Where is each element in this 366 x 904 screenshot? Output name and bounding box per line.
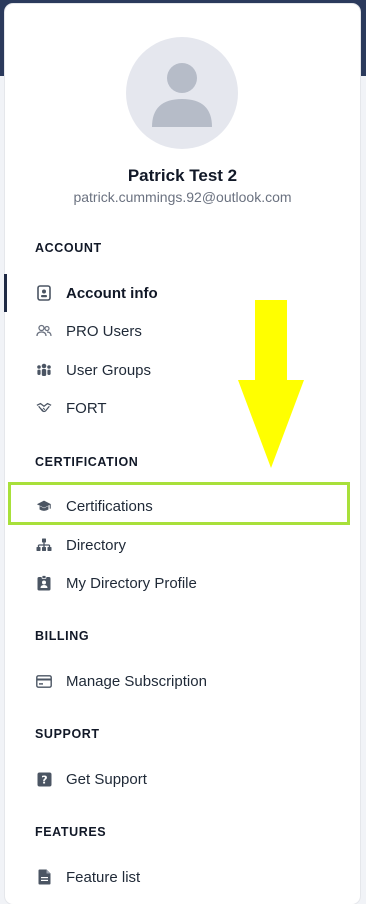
question-square-icon: ? xyxy=(36,771,52,787)
profile-badge-icon xyxy=(36,575,52,591)
sidebar-item-pro-users[interactable]: PRO Users xyxy=(5,316,360,346)
user-name: Patrick Test 2 xyxy=(127,166,238,185)
sidebar-item-label: Directory xyxy=(66,536,127,554)
sidebar-item-user-groups[interactable]: User Groups xyxy=(5,355,360,385)
handshake-icon xyxy=(36,400,52,416)
sidebar-item-label: Feature list xyxy=(66,868,141,886)
avatar xyxy=(126,37,238,149)
svg-text:?: ? xyxy=(41,773,47,786)
sidebar-item-directory[interactable]: Directory xyxy=(5,530,360,560)
sidebar-item-manage-subscription[interactable]: Manage Subscription xyxy=(5,666,360,696)
sidebar-item-label: Manage Subscription xyxy=(66,672,207,690)
section-title-billing: BILLING xyxy=(35,629,90,643)
section-title-account: ACCOUNT xyxy=(35,241,102,255)
section-title-support: SUPPORT xyxy=(35,727,100,741)
document-icon xyxy=(36,869,52,885)
section-title-certification: CERTIFICATION xyxy=(35,455,139,469)
sidebar-item-label: My Directory Profile xyxy=(66,574,197,592)
sidebar-item-feature-list[interactable]: Feature list xyxy=(5,862,360,892)
certifications-highlight-box xyxy=(8,482,350,525)
users-icon xyxy=(36,323,52,339)
sidebar-item-get-support[interactable]: ? Get Support xyxy=(5,764,360,794)
user-silhouette-icon xyxy=(152,63,212,127)
sidebar-item-label: Get Support xyxy=(66,770,147,788)
sidebar-item-fort[interactable]: FORT xyxy=(5,393,360,423)
user-group-icon xyxy=(36,362,52,378)
id-badge-icon xyxy=(36,285,52,301)
sidebar-item-label: Account info xyxy=(66,284,158,302)
credit-card-icon xyxy=(36,673,52,689)
sidebar-item-my-directory-profile[interactable]: My Directory Profile xyxy=(5,568,360,598)
user-email: patrick.cummings.92@outlook.com xyxy=(73,189,292,205)
sidebar-item-label: PRO Users xyxy=(66,322,142,340)
account-sidebar: Patrick Test 2 patrick.cummings.92@outlo… xyxy=(4,4,360,904)
down-arrow-icon xyxy=(238,300,304,468)
sidebar-item-account-info[interactable]: Account info xyxy=(5,278,360,308)
sidebar-item-label: User Groups xyxy=(66,361,152,379)
section-title-features: FEATURES xyxy=(35,825,107,839)
sidebar-item-label: FORT xyxy=(66,399,107,417)
sitemap-icon xyxy=(36,537,52,553)
